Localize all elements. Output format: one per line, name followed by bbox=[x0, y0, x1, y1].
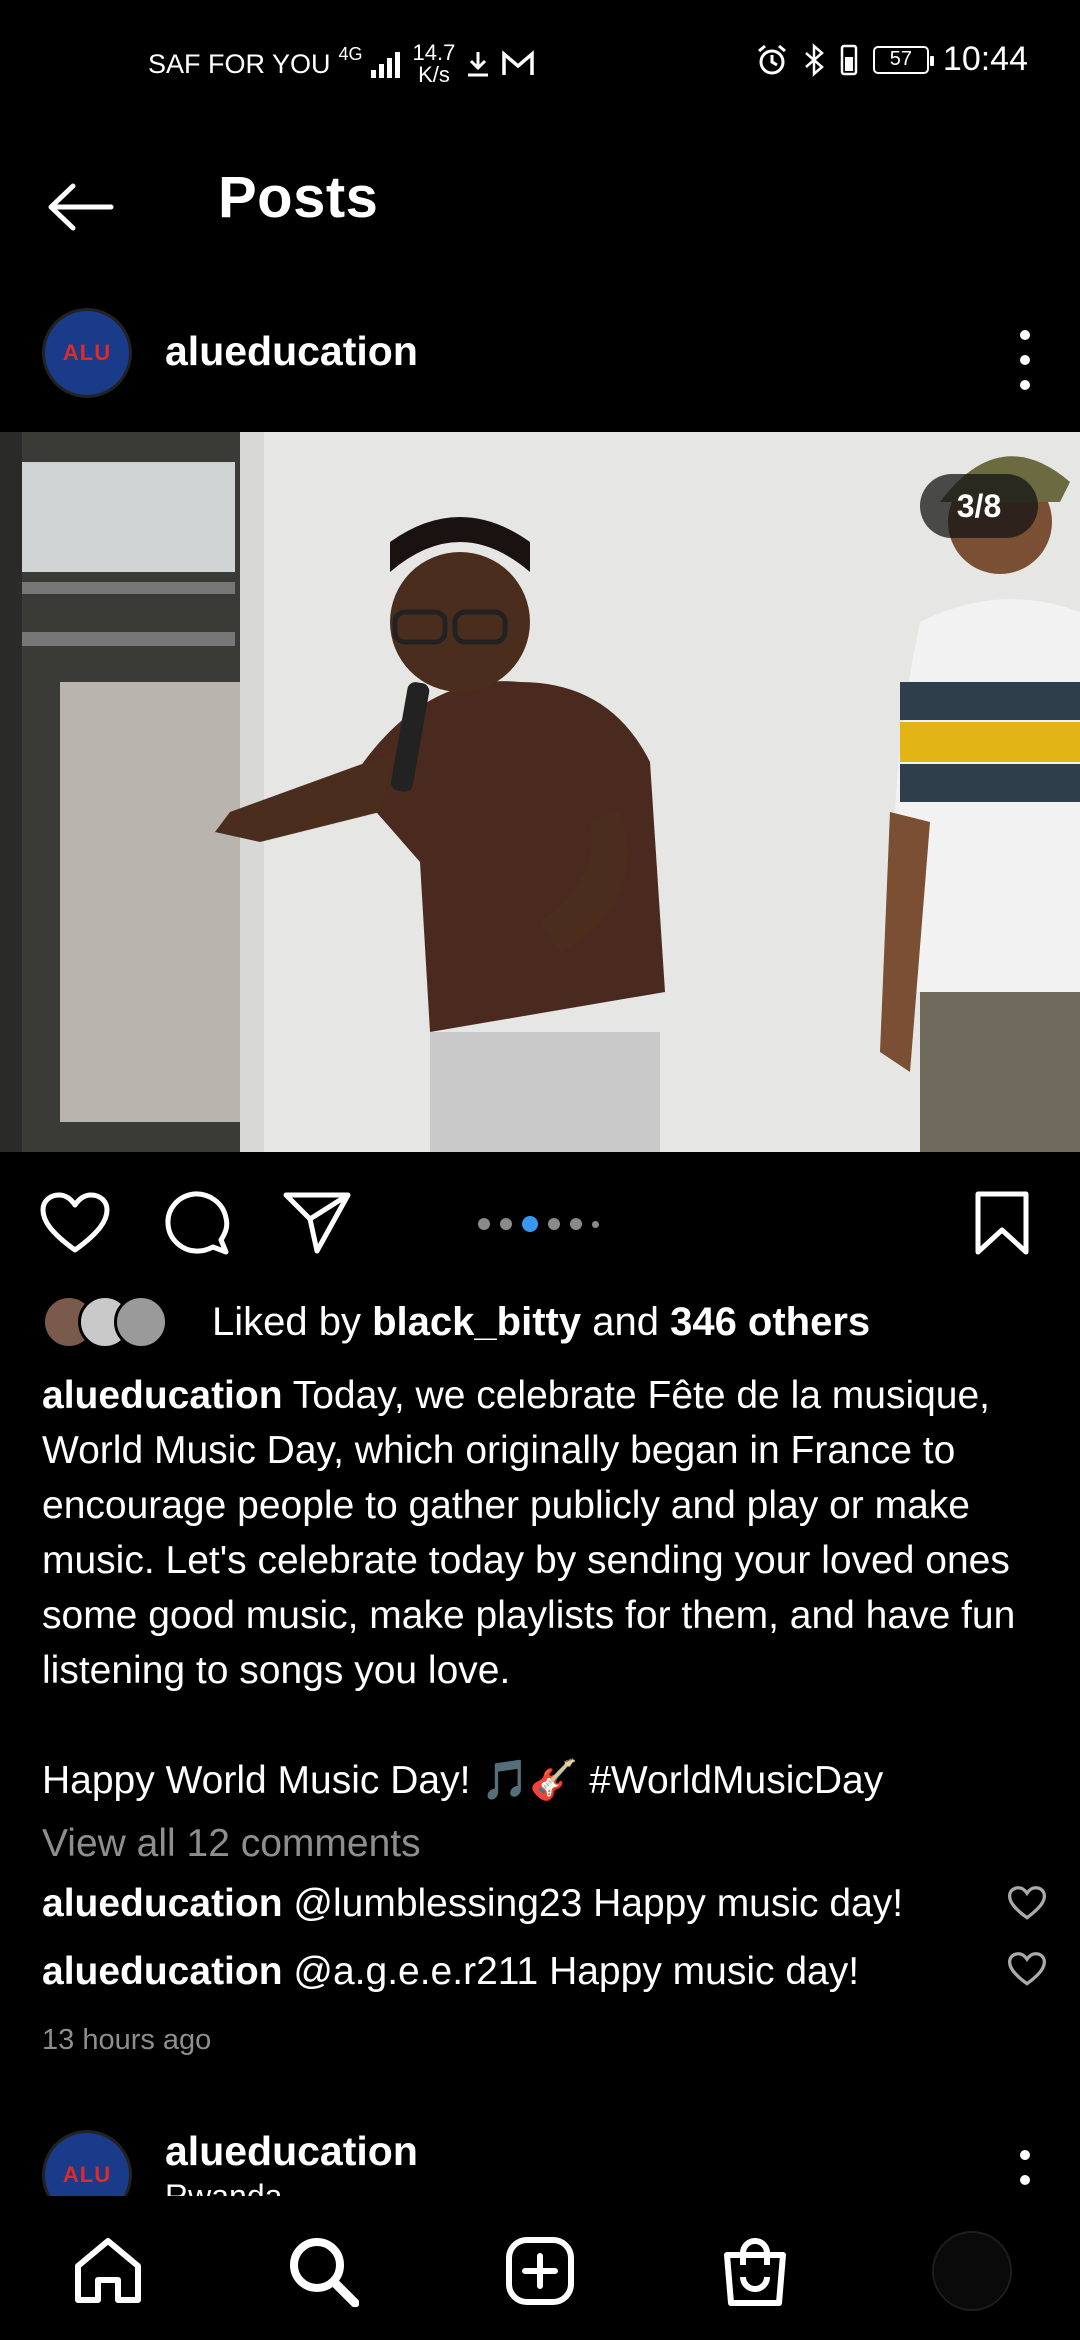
comment-like-button[interactable] bbox=[1007, 1952, 1048, 1992]
liker-username[interactable]: black_bitty bbox=[372, 1300, 581, 1344]
avatar-logo-text: ALU bbox=[62, 2162, 112, 2187]
vibrate-icon bbox=[840, 44, 858, 75]
alarm-icon bbox=[757, 44, 786, 74]
add-post-icon bbox=[506, 2237, 574, 2305]
status-left: SAF FOR YOU 4G 14.7 K/s bbox=[148, 42, 535, 86]
avatar[interactable]: ALU bbox=[42, 308, 132, 398]
comment-row: alueducation @a.g.e.e.r211 Happy music d… bbox=[42, 1950, 1002, 1994]
likes-row[interactable]: Liked by black_bitty and 346 others bbox=[42, 1290, 870, 1354]
heart-icon bbox=[1007, 1886, 1047, 1920]
signal-icon bbox=[370, 52, 400, 78]
send-icon bbox=[283, 1192, 351, 1254]
more-vertical-icon bbox=[1020, 2150, 1030, 2160]
likes-and: and bbox=[592, 1299, 659, 1344]
image-counter: 3/8 bbox=[920, 474, 1038, 538]
arrow-left-icon bbox=[48, 183, 114, 231]
post-header: ALU alueducation bbox=[0, 300, 1080, 410]
comment-username[interactable]: alueducation bbox=[42, 1882, 283, 1925]
caption-username[interactable]: alueducation bbox=[42, 1374, 283, 1417]
status-right: 57 10:44 bbox=[755, 40, 1028, 79]
download-icon bbox=[468, 52, 489, 77]
comment-username[interactable]: alueducation bbox=[42, 1950, 283, 1993]
profile-avatar bbox=[932, 2231, 1012, 2311]
comment-icon bbox=[165, 1191, 230, 1255]
search-icon bbox=[290, 2238, 359, 2307]
carousel-dot-active bbox=[522, 1216, 538, 1232]
gmail-icon bbox=[502, 50, 535, 75]
liker-avatars bbox=[42, 1293, 182, 1351]
carousel-indicator bbox=[478, 1216, 599, 1232]
carrier-name: SAF FOR YOU bbox=[148, 48, 331, 79]
page-title: Posts bbox=[218, 165, 379, 230]
post-image[interactable]: 3/8 bbox=[0, 432, 1080, 1152]
comment-text: @a.g.e.e.r211 Happy music day! bbox=[293, 1950, 860, 1993]
post-timestamp: 13 hours ago bbox=[42, 2024, 212, 2056]
comment-like-button[interactable] bbox=[1007, 1886, 1048, 1926]
nav-shop-button[interactable] bbox=[710, 2226, 800, 2316]
carousel-dot bbox=[500, 1218, 512, 1230]
likes-count[interactable]: 346 others bbox=[670, 1300, 870, 1344]
shop-icon bbox=[724, 2238, 786, 2306]
post-photo-illustration bbox=[0, 432, 1080, 1152]
nav-profile-button[interactable] bbox=[927, 2226, 1017, 2316]
speed-value: 14.7 bbox=[412, 40, 456, 65]
more-vertical-icon bbox=[1020, 330, 1030, 340]
comment-button[interactable] bbox=[162, 1188, 232, 1258]
nav-create-button[interactable] bbox=[495, 2226, 585, 2316]
network-type: 4G bbox=[338, 43, 363, 64]
battery-indicator: 57 bbox=[872, 45, 934, 74]
heart-icon bbox=[40, 1192, 110, 1253]
caption-text: Today, we celebrate Fête de la musique, … bbox=[42, 1374, 1016, 1692]
liker-avatar bbox=[114, 1295, 168, 1349]
more-options-button[interactable] bbox=[1010, 330, 1040, 390]
bottom-navigation bbox=[0, 2196, 1080, 2340]
status-bar: SAF FOR YOU 4G 14.7 K/s 57 10:44 bbox=[0, 0, 1080, 132]
likes-text: Liked by black_bitty and 346 others bbox=[212, 1300, 870, 1345]
post-caption: alueducation Today, we celebrate Fête de… bbox=[42, 1368, 1042, 1808]
next-post-username[interactable]: alueducation bbox=[165, 2128, 418, 2175]
comment-text: @lumblessing23 Happy music day! bbox=[293, 1882, 904, 1925]
back-button[interactable] bbox=[40, 172, 120, 242]
bluetooth-icon bbox=[805, 42, 824, 77]
home-icon bbox=[75, 2238, 141, 2303]
carousel-dot bbox=[570, 1218, 582, 1230]
caption-line2: Happy World Music Day! 🎵🎸 bbox=[42, 1759, 579, 1802]
post-username[interactable]: alueducation bbox=[165, 328, 418, 375]
network-speed: 14.7 K/s bbox=[413, 42, 456, 86]
nav-search-button[interactable] bbox=[278, 2226, 368, 2316]
top-bar: Posts bbox=[0, 150, 1080, 260]
save-button[interactable] bbox=[967, 1188, 1037, 1258]
speed-unit: K/s bbox=[418, 62, 450, 87]
heart-icon bbox=[1007, 1952, 1047, 1986]
like-button[interactable] bbox=[40, 1188, 110, 1258]
comment-row: alueducation @lumblessing23 Happy music … bbox=[42, 1882, 1002, 1926]
view-all-comments[interactable]: View all 12 comments bbox=[42, 1822, 421, 1866]
carousel-dot bbox=[478, 1218, 490, 1230]
carousel-dot bbox=[592, 1220, 599, 1228]
bookmark-icon bbox=[975, 1191, 1029, 1255]
nav-home-button[interactable] bbox=[63, 2226, 153, 2316]
carousel-dot bbox=[548, 1218, 560, 1230]
avatar-logo-text: ALU bbox=[62, 340, 112, 365]
share-button[interactable] bbox=[282, 1188, 352, 1258]
caption-hashtag[interactable]: #WorldMusicDay bbox=[589, 1759, 883, 1802]
clock: 10:44 bbox=[942, 40, 1028, 78]
likes-prefix: Liked by bbox=[212, 1299, 361, 1344]
post-actions bbox=[0, 1180, 1080, 1260]
